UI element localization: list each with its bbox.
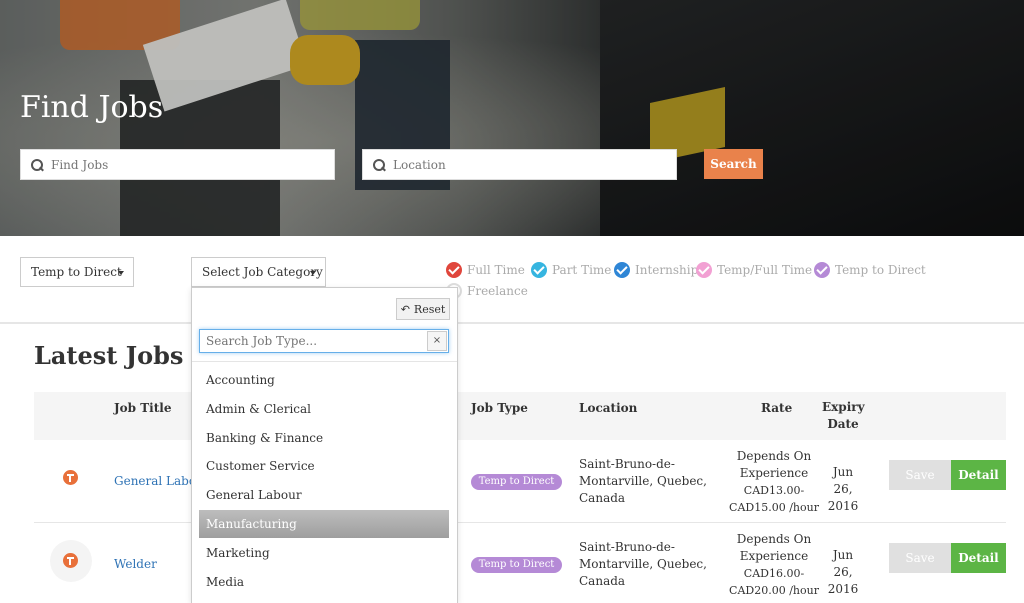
location-input[interactable] bbox=[393, 157, 653, 172]
check-circle-icon bbox=[814, 262, 830, 278]
check-circle-icon bbox=[446, 262, 462, 278]
job-location: Saint-Bruno-de- Montarville, Quebec, Can… bbox=[579, 540, 707, 588]
job-title-link[interactable]: General Labor bbox=[114, 474, 202, 488]
job-type-badge: Temp to Direct bbox=[471, 557, 562, 573]
company-logo-icon bbox=[50, 540, 92, 582]
save-job-button[interactable]: Save bbox=[889, 460, 951, 490]
category-option[interactable]: Media bbox=[199, 568, 449, 596]
undo-icon: ↶ bbox=[400, 302, 410, 316]
job-detail-button[interactable]: Detail bbox=[951, 460, 1006, 490]
job-title-link[interactable]: Welder bbox=[114, 557, 157, 571]
col-job-type: Job Type bbox=[471, 401, 528, 415]
clear-icon[interactable]: × bbox=[427, 331, 447, 351]
category-option[interactable]: Banking & Finance bbox=[199, 424, 449, 452]
job-category-select[interactable]: Select Job Category bbox=[191, 257, 326, 287]
job-type-search-input[interactable] bbox=[206, 334, 428, 348]
caret-down-icon bbox=[118, 271, 124, 275]
job-type-select[interactable]: Temp to Direct bbox=[20, 257, 134, 287]
save-job-button[interactable]: Save bbox=[889, 543, 951, 573]
filter-full-time[interactable]: Full Time bbox=[446, 262, 525, 278]
reset-button[interactable]: ↶ Reset bbox=[396, 298, 450, 320]
search-icon bbox=[373, 158, 385, 171]
category-option[interactable]: Customer Service bbox=[199, 452, 449, 480]
filter-part-time[interactable]: Part Time bbox=[531, 262, 611, 278]
job-category-select-value: Select Job Category bbox=[202, 265, 323, 279]
company-logo-icon bbox=[56, 463, 86, 493]
job-type-search-box[interactable]: × bbox=[199, 329, 449, 353]
job-rate: Depends On Experience CAD16.00- CAD20.00… bbox=[729, 532, 819, 597]
category-option[interactable]: Accounting bbox=[199, 366, 449, 394]
job-type-badge: Temp to Direct bbox=[471, 474, 562, 490]
keyword-input[interactable] bbox=[51, 157, 311, 172]
jobs-table-header: Job Title Job Type Location Rate Expiry D… bbox=[34, 392, 1006, 440]
search-icon bbox=[31, 158, 43, 171]
page-title: Find Jobs bbox=[20, 90, 164, 125]
col-location: Location bbox=[579, 401, 638, 415]
job-location: Saint-Bruno-de- Montarville, Quebec, Can… bbox=[579, 457, 707, 505]
hero-banner: Find Jobs Search bbox=[0, 0, 1024, 236]
category-option[interactable]: Admin & Clerical bbox=[199, 395, 449, 423]
category-option[interactable]: Marketing bbox=[199, 539, 449, 567]
table-row: General Labor Temp to Direct Saint-Bruno… bbox=[34, 441, 1006, 523]
latest-jobs-title: Latest Jobs bbox=[34, 341, 184, 370]
caret-down-icon bbox=[310, 271, 316, 275]
col-expiry-date: Expiry Date bbox=[822, 400, 865, 431]
section-divider bbox=[0, 322, 1024, 324]
col-job-title: Job Title bbox=[114, 401, 172, 415]
job-expiry: Jun 26, 2016 bbox=[827, 465, 859, 513]
check-circle-icon bbox=[531, 262, 547, 278]
check-circle-icon bbox=[696, 262, 712, 278]
filter-freelance[interactable]: Freelance bbox=[446, 283, 528, 299]
job-detail-button[interactable]: Detail bbox=[951, 543, 1006, 573]
col-rate: Rate bbox=[761, 401, 793, 415]
check-circle-icon bbox=[614, 262, 630, 278]
job-expiry: Jun 26, 2016 bbox=[827, 548, 859, 596]
search-button[interactable]: Search bbox=[704, 149, 763, 179]
keyword-search-box[interactable] bbox=[20, 149, 335, 180]
job-category-dropdown-panel: ↶ Reset × Accounting Admin & Clerical Ba… bbox=[191, 287, 458, 603]
job-type-select-value: Temp to Direct bbox=[31, 265, 122, 279]
category-option[interactable]: General Labour bbox=[199, 481, 449, 509]
filter-internship[interactable]: Internship bbox=[614, 262, 698, 278]
filter-temp-to-direct[interactable]: Temp to Direct bbox=[814, 262, 926, 278]
table-row: Welder Temp to Direct Saint-Bruno-de- Mo… bbox=[34, 524, 1006, 603]
job-rate: Depends On Experience CAD13.00- CAD15.00… bbox=[729, 449, 819, 514]
category-option-highlighted[interactable]: Manufacturing bbox=[199, 510, 449, 538]
filter-temp-full-time[interactable]: Temp/Full Time bbox=[696, 262, 812, 278]
location-search-box[interactable] bbox=[362, 149, 677, 180]
